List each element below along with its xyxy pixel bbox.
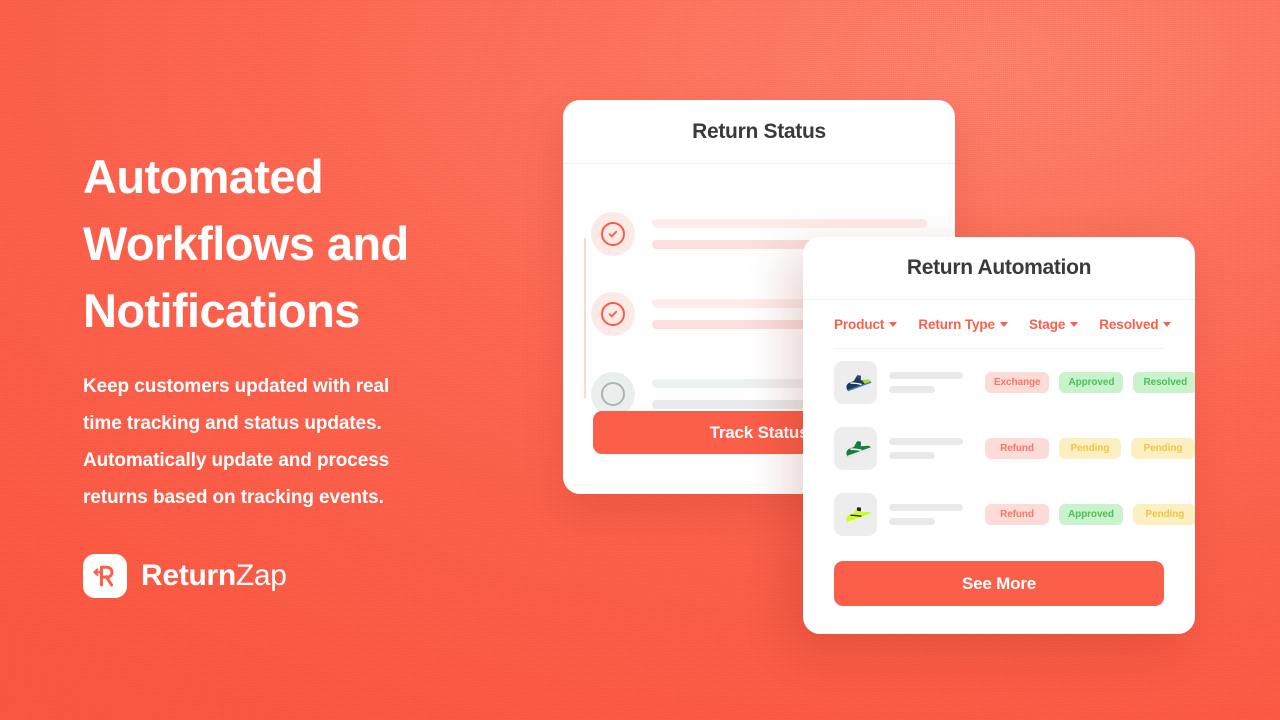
- brand-name: ReturnZap: [141, 561, 287, 591]
- product-name-placeholder: [889, 437, 963, 459]
- chevron-down-icon: [1070, 321, 1079, 327]
- brand-name-primary: Return: [141, 559, 236, 592]
- table-column-headers: Product Return Type Stage Resolved: [834, 300, 1172, 349]
- column-header-label: Product: [834, 316, 885, 332]
- brand-logo: ReturnZap: [83, 554, 513, 598]
- row-badges: Exchange Approved Resolved: [985, 371, 1195, 393]
- placeholder-bar: [889, 385, 935, 393]
- return-automation-header: Return Automation: [803, 237, 1195, 300]
- check-circle-icon: [591, 292, 635, 336]
- status-badge-return-type: Refund: [985, 437, 1049, 459]
- placeholder-bar: [889, 371, 963, 379]
- table-row[interactable]: Exchange Approved Resolved: [834, 349, 1195, 415]
- empty-circle-icon: [591, 372, 635, 416]
- returnzap-r-arrow-icon: [83, 554, 127, 598]
- column-header-product[interactable]: Product: [834, 316, 898, 332]
- return-automation-title: Return Automation: [906, 256, 1092, 279]
- check-circle-icon: [591, 212, 635, 256]
- column-header-return-type[interactable]: Return Type: [918, 317, 1008, 332]
- return-status-title: Return Status: [692, 119, 826, 143]
- navy-sneaker-icon: [834, 360, 877, 404]
- status-badge-return-type: Refund: [985, 503, 1049, 525]
- see-more-button[interactable]: See More: [834, 561, 1164, 606]
- placeholder-bar: [889, 517, 935, 525]
- column-header-label: Stage: [1028, 316, 1066, 332]
- column-header-stage[interactable]: Stage: [1028, 316, 1079, 332]
- page-title: Automated Workflows and Notifications: [83, 150, 409, 337]
- brand-name-secondary: Zap: [235, 559, 287, 592]
- row-badges: Refund Pending Pending: [985, 437, 1195, 459]
- status-badge-resolved: Pending: [1131, 437, 1195, 459]
- placeholder-bar: [889, 437, 963, 445]
- status-badge-resolved: Pending: [1132, 503, 1195, 525]
- status-badge-resolved: Resolved: [1133, 371, 1195, 393]
- hero-subtitle: Keep customers updated with real time tr…: [83, 376, 390, 508]
- column-header-resolved[interactable]: Resolved: [1099, 316, 1172, 332]
- status-badge-stage: Pending: [1059, 437, 1121, 459]
- table-row[interactable]: Refund Approved Pending: [834, 481, 1195, 547]
- status-badge-return-type: Exchange: [985, 371, 1050, 393]
- timeline-connector: [584, 318, 586, 398]
- row-badges: Refund Approved Pending: [985, 503, 1195, 525]
- chevron-down-icon: [1163, 321, 1172, 327]
- hero-text-column: Automated Workflows and Notifications Ke…: [83, 143, 513, 598]
- placeholder-bar: [889, 451, 935, 459]
- return-status-header: Return Status: [563, 100, 955, 164]
- return-automation-body: Product Return Type Stage Resolved Excha…: [803, 300, 1195, 606]
- status-badge-stage: Approved: [1059, 371, 1124, 393]
- status-badge-stage: Approved: [1059, 503, 1123, 525]
- product-name-placeholder: [889, 503, 963, 525]
- chevron-down-icon: [999, 321, 1008, 327]
- product-name-placeholder: [889, 371, 963, 393]
- column-header-label: Resolved: [1099, 316, 1159, 332]
- chevron-down-icon: [889, 321, 898, 327]
- placeholder-bar: [889, 503, 963, 511]
- green-sneaker-icon: [834, 426, 877, 470]
- placeholder-bar: [652, 219, 927, 228]
- column-header-label: Return Type: [918, 316, 995, 332]
- timeline-connector: [584, 238, 586, 318]
- table-row[interactable]: Refund Pending Pending: [834, 415, 1195, 481]
- return-automation-card: Return Automation Product Return Type St…: [803, 237, 1195, 634]
- neon-sneaker-icon: [834, 492, 877, 536]
